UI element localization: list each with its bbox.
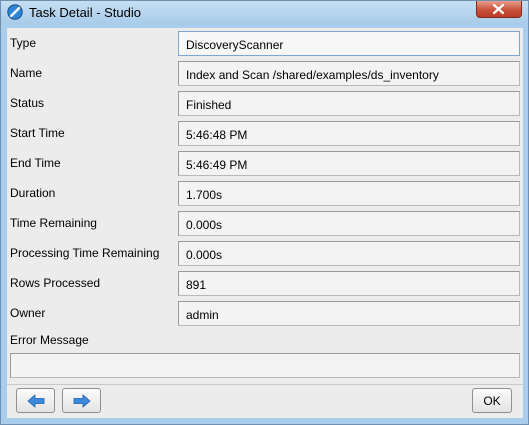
type-field[interactable]: DiscoveryScanner [178, 31, 520, 56]
duration-field[interactable]: 1.700s [178, 181, 520, 206]
rows-processed-field[interactable]: 891 [178, 271, 520, 296]
status-field[interactable]: Finished [178, 91, 520, 116]
name-field[interactable]: Index and Scan /shared/examples/ds_inven… [178, 61, 520, 86]
owner-field[interactable]: admin [178, 301, 520, 326]
name-label: Name [10, 66, 43, 80]
window-title: Task Detail - Studio [29, 5, 141, 20]
time-remaining-field[interactable]: 0.000s [178, 211, 520, 236]
duration-label: Duration [10, 186, 56, 200]
rows-processed-label: Rows Processed [10, 276, 101, 290]
title-bar[interactable]: Task Detail - Studio [1, 1, 528, 25]
start-time-label: Start Time [10, 126, 65, 140]
start-time-field[interactable]: 5:46:48 PM [178, 121, 520, 146]
owner-label: Owner [10, 306, 46, 320]
arrow-right-icon [73, 393, 91, 408]
field-row-processing-time-remaining: Processing Time Remaining 0.000s [7, 238, 523, 268]
dialog-body: Type DiscoveryScanner Name Index and Sca… [7, 28, 523, 418]
ok-button[interactable]: OK [472, 388, 512, 413]
field-row-owner: Owner admin [7, 298, 523, 328]
field-row-type: Type DiscoveryScanner [7, 28, 523, 58]
close-button[interactable] [476, 1, 522, 18]
arrow-left-icon [26, 393, 44, 408]
task-detail-window: Task Detail - Studio Type DiscoveryScann… [0, 0, 529, 425]
end-time-label: End Time [10, 156, 61, 170]
status-label: Status [10, 96, 45, 110]
field-row-status: Status Finished [7, 88, 523, 118]
field-row-end-time: End Time 5:46:49 PM [7, 148, 523, 178]
error-message-label: Error Message [10, 333, 89, 347]
footer-divider [7, 384, 523, 385]
back-button[interactable] [16, 388, 55, 413]
forward-button[interactable] [62, 388, 101, 413]
close-icon [492, 3, 505, 15]
field-row-name: Name Index and Scan /shared/examples/ds_… [7, 58, 523, 88]
processing-time-remaining-label: Processing Time Remaining [10, 246, 160, 260]
type-label: Type [10, 36, 37, 50]
field-row-rows-processed: Rows Processed 891 [7, 268, 523, 298]
error-message-field[interactable] [10, 353, 520, 378]
field-row-duration: Duration 1.700s [7, 178, 523, 208]
field-row-time-remaining: Time Remaining 0.000s [7, 208, 523, 238]
processing-time-remaining-field[interactable]: 0.000s [178, 241, 520, 266]
field-row-start-time: Start Time 5:46:48 PM [7, 118, 523, 148]
end-time-field[interactable]: 5:46:49 PM [178, 151, 520, 176]
app-logo-icon [7, 4, 23, 20]
time-remaining-label: Time Remaining [10, 216, 97, 230]
